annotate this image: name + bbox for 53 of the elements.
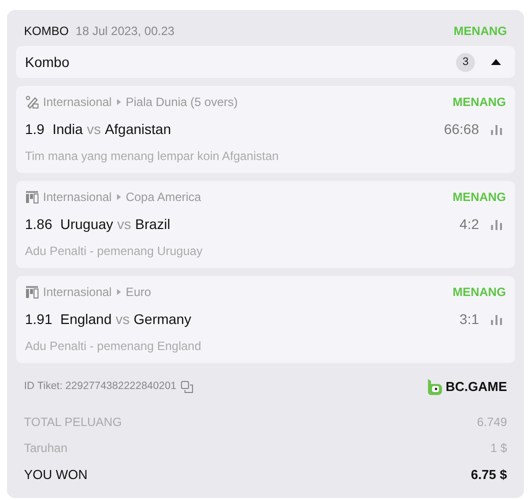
status-label: MENANG [452, 284, 506, 301]
category-label: Internasional [43, 94, 112, 111]
team-name: England [60, 310, 112, 329]
total-label: Taruhan [24, 440, 68, 456]
score-value: 4:2 [460, 215, 479, 234]
total-label: YOU WON [24, 466, 88, 484]
combo-label: Kombo [25, 52, 70, 72]
vs-label: vs [117, 215, 132, 234]
total-value: 1 $ [490, 440, 507, 456]
league-icon [25, 190, 39, 204]
category-label: Internasional [43, 284, 112, 301]
vs-label: vs [86, 120, 101, 139]
market-label: Adu Penalti - pemenang Uruguay [25, 243, 204, 260]
total-value: 6.749 [476, 414, 507, 430]
vs-label: vs [116, 310, 130, 329]
market-label: Adu Penalti - pemenang England [25, 338, 202, 355]
brand-name: BC.GAME [446, 378, 507, 396]
bet-date: 18 Jul 2023, 00.23 [76, 23, 174, 40]
cricket-icon [25, 95, 39, 109]
stats-icon[interactable] [491, 314, 502, 324]
league-label: Copa America [126, 189, 202, 206]
selection-count-badge: 3 [456, 52, 475, 72]
team-name: Germany [134, 310, 192, 329]
team-name: Afganistan [104, 120, 171, 139]
odds-value: 1.86 [25, 215, 52, 234]
category-label: Internasional [43, 189, 112, 206]
market-label: Tim mana yang menang lempar koin Afganistan [25, 148, 280, 165]
chevron-right-icon [116, 289, 121, 295]
total-label: TOTAL PELUANG [24, 414, 122, 430]
caret-up-icon[interactable] [491, 59, 501, 65]
league-label: Piala Dunia (5 overs) [126, 94, 238, 111]
status-label: MENANG [452, 189, 506, 206]
bet-type-label: KOMBO [24, 23, 69, 40]
status-label: MENANG [454, 23, 507, 40]
combo-bar[interactable]: Kombo 3 [16, 46, 515, 78]
status-label: MENANG [452, 94, 506, 111]
odds-value: 1.91 [25, 310, 52, 329]
total-value: 6.75 $ [470, 466, 507, 484]
logo-icon [426, 378, 442, 395]
chevron-right-icon [116, 99, 121, 105]
team-name: Brazil [135, 215, 170, 234]
odds-value: 1.9 [25, 120, 44, 139]
score-value: 3:1 [460, 310, 479, 329]
stats-icon[interactable] [491, 220, 502, 230]
copy-icon[interactable] [181, 380, 194, 393]
team-name: Uruguay [60, 215, 114, 234]
score-value: 66:68 [444, 120, 479, 139]
league-label: Euro [126, 284, 152, 301]
league-icon [25, 285, 39, 299]
stats-icon[interactable] [491, 124, 502, 134]
team-name: India [52, 120, 83, 139]
chevron-right-icon [116, 194, 121, 200]
ticket-id: ID Tiket: 2292774382222840201 [24, 378, 176, 394]
